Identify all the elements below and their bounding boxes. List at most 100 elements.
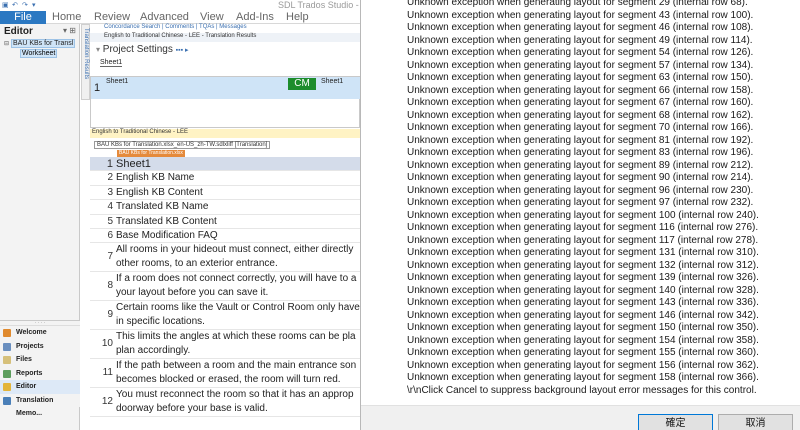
menu-file[interactable]: File (0, 11, 46, 24)
error-message-line: Unknown exception when generating layout… (407, 172, 754, 183)
menu-review[interactable]: Review (94, 11, 130, 24)
nav-translation-memories[interactable]: Translation Memo... (0, 394, 80, 417)
tree-node[interactable]: ⊟ BAU KBs for Transl (4, 39, 76, 48)
segment-row[interactable]: 1 Sheet1 (90, 157, 360, 172)
error-message-line: Unknown exception when generating layout… (407, 122, 754, 133)
editor-icon (3, 383, 11, 391)
segment-table: 1 Sheet1 2 English KB Name 3 English KB Conte… (90, 157, 360, 418)
projects-icon (3, 342, 11, 351)
segment-source-text: Sheet1 (116, 158, 151, 170)
segment-number: 2 (107, 172, 113, 184)
title-bar: ▣ ↶ ↷ ▾ SDL Trados Studio - B (0, 0, 367, 11)
app-title: SDL Trados Studio - B (278, 0, 368, 10)
segment-source-text: Translated KB Content (116, 215, 217, 227)
collapse-icon[interactable]: ▾ (96, 45, 100, 54)
error-message-line: Unknown exception when generating layout… (407, 72, 754, 83)
error-message-line: Unknown exception when generating layout… (407, 34, 753, 46)
segment-source-text: Translated KB Name (116, 201, 209, 213)
segment-source-text: If the path between a room and the main … (116, 360, 357, 372)
error-message: Unknown exception when generating layout… (407, 0, 800, 397)
segment-number: 10 (101, 338, 113, 350)
segment-row[interactable]: 6 Base Modification FAQ (90, 229, 360, 244)
welcome-icon (3, 329, 11, 337)
navigation-panel: Editor ▾ ⊞ ⊟ BAU KBs for Transl Workshee… (0, 24, 80, 430)
row-number: 1 (94, 82, 101, 94)
segment-number: 8 (107, 280, 113, 292)
segment-source-text: Base Modification FAQ (116, 229, 218, 241)
segment-source-text: plan accordingly. (116, 345, 191, 357)
sheet-row[interactable]: 1 Sheet1 CM Sheet1 (91, 77, 361, 99)
cancel-button[interactable]: 取消 (718, 414, 793, 430)
segment-row[interactable]: 8 If a room does not connect correctly, y… (90, 272, 360, 302)
nav-reports[interactable]: Reports (0, 367, 80, 381)
error-message-line: Unknown exception when generating layout… (407, 209, 759, 221)
segment-row[interactable]: 9 Certain rooms like the Vault or Control… (90, 301, 360, 331)
segment-source-text: You must reconnect the room so that it h… (116, 389, 354, 401)
error-message-line: \r\nClick Cancel to suppress background … (407, 384, 757, 396)
language-pair-bar: English to Traditional Chinese - LEE (90, 129, 360, 138)
segment-row[interactable]: 12 You must reconnect the room so that it… (90, 388, 360, 418)
segment-source-text: becomes blocked or erased, the room will… (116, 374, 341, 386)
segment-row[interactable]: 2 English KB Name (90, 171, 360, 186)
segment-source-text: in specific locations. (116, 316, 205, 328)
segment-number: 5 (107, 215, 113, 227)
error-message-line: Unknown exception when generating layout… (407, 84, 754, 96)
segment-number: 7 (107, 251, 113, 263)
segment-source-text: English KB Name (116, 172, 195, 184)
file-badge: BAU KBs for Translation.xlsx (117, 150, 185, 157)
error-message-line: Unknown exception when generating layout… (407, 97, 754, 108)
segment-row[interactable]: 3 English KB Content (90, 186, 360, 201)
segment-row[interactable]: 7 All rooms in your hideout must connect,… (90, 243, 360, 273)
segment-row[interactable]: 4 Translated KB Name (90, 200, 360, 215)
nav-editor[interactable]: Editor (0, 380, 80, 394)
segment-source-text: other rooms, to an exterior entrance. (116, 258, 278, 270)
error-message-line: Unknown exception when generating layout… (407, 309, 759, 321)
nav-welcome[interactable]: Welcome (0, 326, 80, 340)
menu-help[interactable]: Help (286, 11, 309, 24)
undo-icon[interactable]: ↶ (12, 1, 18, 9)
error-message-line: Unknown exception when generating layout… (407, 184, 754, 196)
segment-number: 6 (107, 229, 113, 241)
error-message-line: Unknown exception when generating layout… (407, 247, 759, 258)
tab-sheet1[interactable]: Sheet1 (100, 59, 123, 67)
segment-number: 1 (106, 158, 113, 170)
segment-row[interactable]: 11 If the path between a room and the mai… (90, 359, 360, 389)
segment-row[interactable]: 5 Translated KB Content (90, 215, 360, 229)
segment-source-text: Certain rooms like the Vault or Control … (116, 302, 360, 314)
error-message-line: Unknown exception when generating layout… (407, 109, 754, 121)
segment-number: 4 (107, 201, 113, 213)
view-tabs[interactable]: Concordance Search | Comments | TQAs | M… (90, 24, 360, 33)
error-message-line: Unknown exception when generating layout… (407, 322, 759, 333)
segment-source-text: doorway before your base is valid. (116, 403, 268, 415)
menu-view[interactable]: View (200, 11, 224, 24)
panel-title: Editor (4, 26, 33, 37)
menu-advanced[interactable]: Advanced (140, 11, 189, 24)
segment-source-text: This limits the angles at which these ro… (116, 331, 356, 343)
ok-button[interactable]: 確定 (638, 414, 713, 430)
error-message-line: Unknown exception when generating layout… (407, 359, 759, 371)
side-tab-translation-results[interactable]: Translation Results (81, 24, 90, 100)
segment-row[interactable]: 10 This limits the angles at which these … (90, 330, 360, 360)
error-message-line: Unknown exception when generating layout… (407, 234, 759, 246)
menu-add-ins[interactable]: Add-Ins (236, 11, 274, 24)
menu-home[interactable]: Home (52, 11, 81, 24)
error-message-line: Unknown exception when generating layout… (407, 272, 759, 283)
toolbar-icons[interactable]: ▪▪▪ ▸ (176, 47, 189, 54)
segment-number: 9 (107, 309, 113, 321)
redo-icon[interactable]: ↷ (22, 1, 28, 9)
save-icon[interactable]: ▣ (2, 1, 9, 9)
segment-number: 11 (102, 367, 113, 379)
chevron-down-icon[interactable]: ▾ (32, 1, 36, 9)
project-node-label[interactable]: BAU KBs for Transl (10, 39, 76, 48)
nav-files[interactable]: Files (0, 353, 80, 367)
nav-list: · · · · Welcome Projects Files Reports E… (0, 320, 80, 417)
error-message-line: Unknown exception when generating layout… (407, 197, 754, 208)
worksheet-node[interactable]: Worksheet (20, 49, 58, 58)
segment-source-text: your layout before you can save it. (116, 287, 269, 299)
nav-projects[interactable]: Projects (0, 340, 80, 354)
collapse-icon[interactable]: ⊟ (4, 41, 9, 47)
pin-icon[interactable]: ▾ ⊞ (63, 26, 76, 35)
error-message-line: Unknown exception when generating layout… (407, 347, 759, 358)
translation-memories-icon (3, 396, 11, 405)
document-tab[interactable]: BAU KBs for Translation.xlsx_en-US_zh-TW… (94, 141, 271, 149)
